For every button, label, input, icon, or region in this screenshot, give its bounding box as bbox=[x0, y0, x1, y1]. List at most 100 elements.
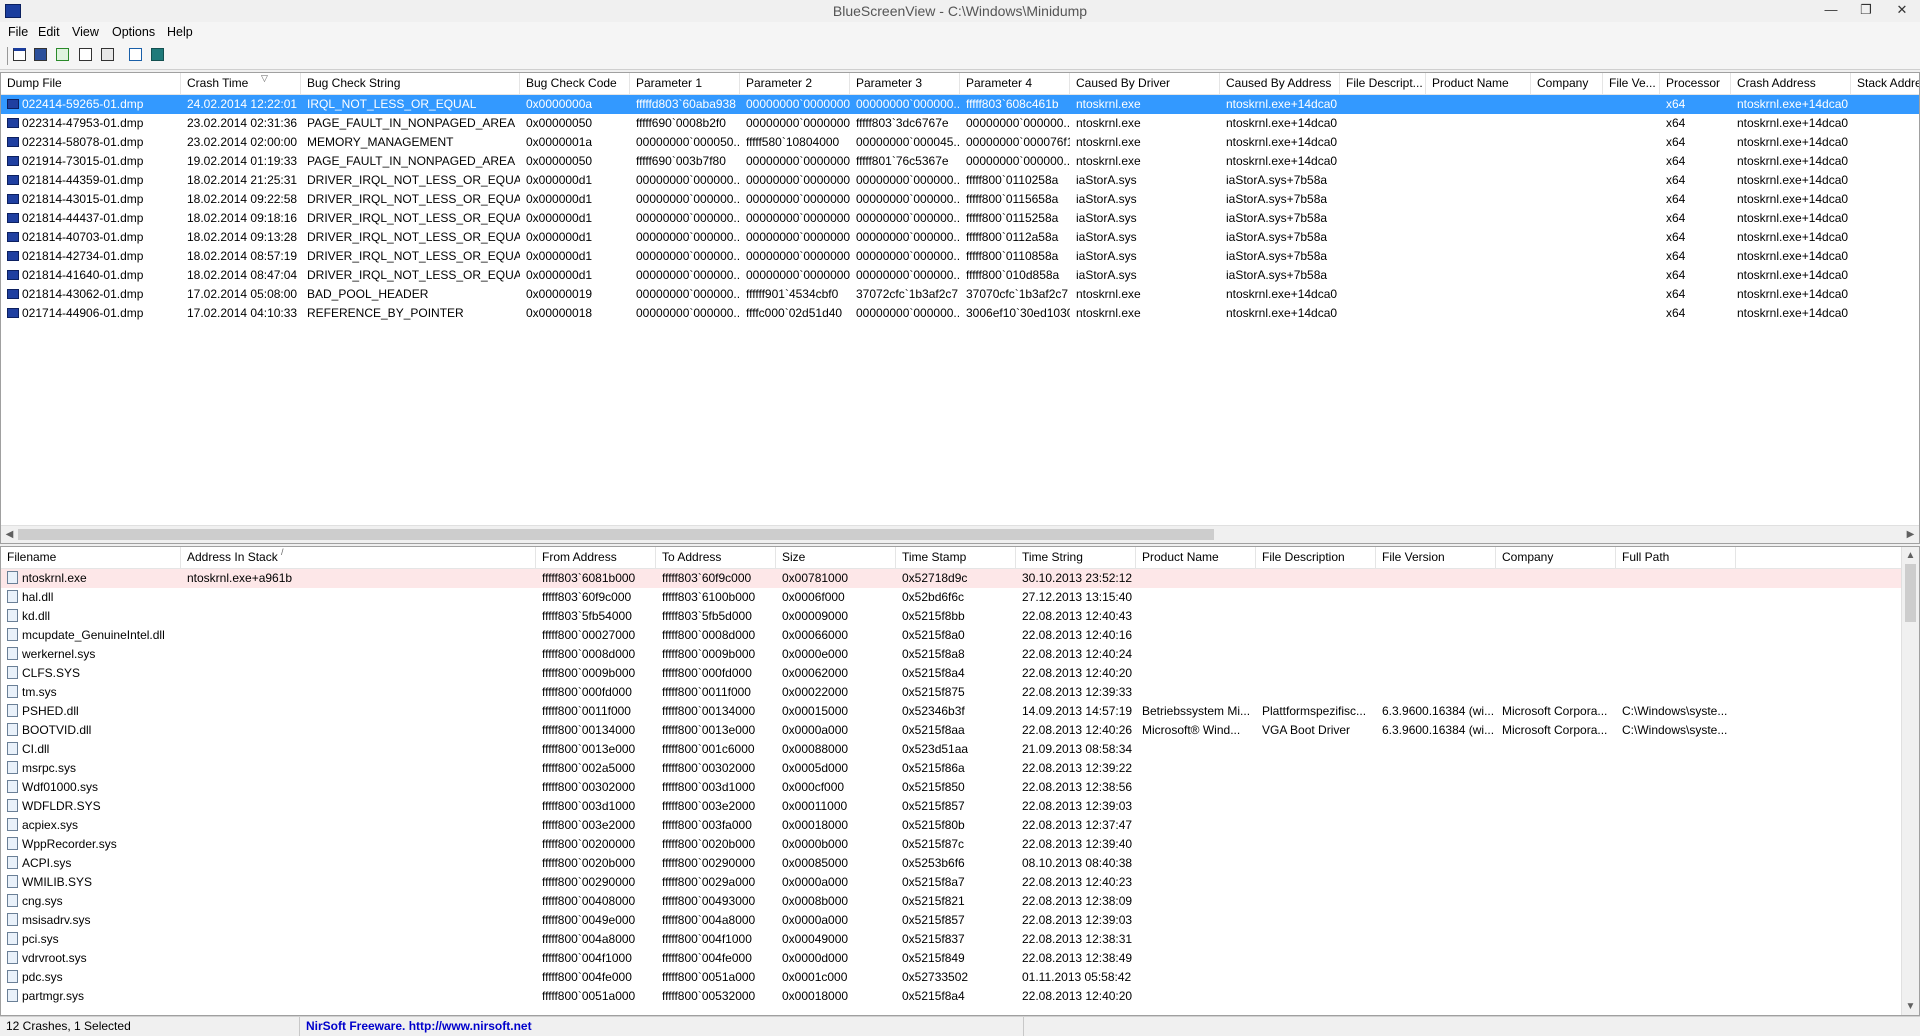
driver-row[interactable]: acpiex.sys fffff800`003e2000 fffff800`003f… bbox=[1, 816, 1919, 835]
driver-row[interactable]: partmgr.sys fffff800`0051a000 fffff800`005… bbox=[1, 987, 1919, 1006]
scroll-thumb[interactable] bbox=[1905, 564, 1916, 622]
driver-header-time-stamp[interactable]: Time Stamp bbox=[896, 547, 1016, 568]
crash-row[interactable]: 021914-73015-01.dmp 19.02.2014 01:19:33 PA… bbox=[1, 152, 1919, 171]
crash-header-parameter-1[interactable]: Parameter 1 bbox=[630, 73, 740, 94]
find-icon[interactable] bbox=[128, 47, 145, 64]
scroll-left-icon[interactable]: ◀ bbox=[1, 526, 18, 543]
driver-header-size[interactable]: Size bbox=[776, 547, 896, 568]
driver-row[interactable]: cng.sys fffff800`00408000 fffff800`0049300… bbox=[1, 892, 1919, 911]
crash-header-caused-by-driver[interactable]: Caused By Driver bbox=[1070, 73, 1220, 94]
crash-row[interactable]: 021814-44437-01.dmp 18.02.2014 09:18:16 DR… bbox=[1, 209, 1919, 228]
crash-row[interactable]: 022314-58078-01.dmp 23.02.2014 02:00:00 ME… bbox=[1, 133, 1919, 152]
restore-button[interactable]: ❐ bbox=[1850, 1, 1882, 21]
scroll-up-icon[interactable]: ▲ bbox=[1902, 547, 1919, 564]
crash-cell-crash-time: 23.02.2014 02:31:36 bbox=[187, 116, 298, 130]
driver-row[interactable]: PSHED.dll fffff800`0011f000 fffff800`00134… bbox=[1, 702, 1919, 721]
menu-file[interactable]: File bbox=[4, 24, 32, 41]
crash-row[interactable]: 021814-41640-01.dmp 18.02.2014 08:47:04 DR… bbox=[1, 266, 1919, 285]
driver-header-from-address[interactable]: From Address bbox=[536, 547, 656, 568]
advanced-options-icon[interactable] bbox=[100, 47, 117, 64]
driver-header-product-name[interactable]: Product Name bbox=[1136, 547, 1256, 568]
properties-icon[interactable] bbox=[12, 47, 29, 64]
driver-file-name: CLFS.SYS bbox=[22, 666, 81, 680]
crash-header-product-name[interactable]: Product Name bbox=[1426, 73, 1531, 94]
driver-cell-size: 0x0008b000 bbox=[782, 894, 849, 908]
driver-row[interactable]: ntoskrnl.exe ntoskrnl.exe+a961b fffff803`6… bbox=[1, 569, 1919, 588]
crash-header-file-ve[interactable]: File Ve... bbox=[1603, 73, 1660, 94]
crash-header-parameter-4[interactable]: Parameter 4 bbox=[960, 73, 1070, 94]
driver-row[interactable]: pdc.sys fffff800`004fe000 fffff800`0051a00… bbox=[1, 968, 1919, 987]
scroll-right-icon[interactable]: ▶ bbox=[1902, 526, 1919, 543]
crash-header-processor[interactable]: Processor bbox=[1660, 73, 1731, 94]
driver-row[interactable]: WDFLDR.SYS fffff800`003d1000 fffff800`003e… bbox=[1, 797, 1919, 816]
driver-row[interactable]: WMILIB.SYS fffff800`00290000 fffff800`0029… bbox=[1, 873, 1919, 892]
driver-header-time-string[interactable]: Time String bbox=[1016, 547, 1136, 568]
driver-cell-full-path bbox=[1616, 569, 1736, 588]
crash-row[interactable]: 021814-43015-01.dmp 18.02.2014 09:22:58 DR… bbox=[1, 190, 1919, 209]
crash-cell-parameter-1: 00000000`000000... bbox=[636, 268, 740, 282]
driver-row[interactable]: CI.dll fffff800`0013e000 fffff800`001c6000… bbox=[1, 740, 1919, 759]
save-icon[interactable] bbox=[33, 47, 50, 64]
driver-cell-address-in-stack bbox=[181, 968, 536, 987]
close-button[interactable]: ✕ bbox=[1886, 1, 1918, 21]
driver-row[interactable]: kd.dll fffff803`5fb54000 fffff803`5fb5d000… bbox=[1, 607, 1919, 626]
crash-row[interactable]: 021814-44359-01.dmp 18.02.2014 21:25:31 DR… bbox=[1, 171, 1919, 190]
exit-icon[interactable] bbox=[150, 47, 167, 64]
driver-header-full-path[interactable]: Full Path bbox=[1616, 547, 1736, 568]
refresh-icon[interactable] bbox=[55, 47, 72, 64]
driver-row[interactable]: hal.dll fffff803`60f9c000 fffff803`6100b00… bbox=[1, 588, 1919, 607]
driver-cell-company bbox=[1496, 645, 1616, 664]
crash-list-hscrollbar[interactable]: ◀ ▶ bbox=[1, 525, 1919, 543]
driver-header-company[interactable]: Company bbox=[1496, 547, 1616, 568]
driver-cell-address-in-stack bbox=[181, 911, 536, 930]
driver-row[interactable]: WppRecorder.sys fffff800`00200000 fffff800… bbox=[1, 835, 1919, 854]
driver-row[interactable]: Wdf01000.sys fffff800`00302000 fffff800`00… bbox=[1, 778, 1919, 797]
menu-help[interactable]: Help bbox=[163, 24, 197, 41]
driver-row[interactable]: werkernel.sys fffff800`0008d000 fffff800`0… bbox=[1, 645, 1919, 664]
crash-row[interactable]: 021814-42734-01.dmp 18.02.2014 08:57:19 DR… bbox=[1, 247, 1919, 266]
driver-cell-to-address: fffff800`0008d000 bbox=[662, 628, 756, 642]
driver-header-filename[interactable]: Filename bbox=[1, 547, 181, 568]
driver-row[interactable]: msisadrv.sys fffff800`0049e000 fffff800`00… bbox=[1, 911, 1919, 930]
driver-row[interactable]: ACPI.sys fffff800`0020b000 fffff800`002900… bbox=[1, 854, 1919, 873]
driver-row[interactable]: BOOTVID.dll fffff800`00134000 fffff800`001… bbox=[1, 721, 1919, 740]
minimize-button[interactable]: — bbox=[1815, 1, 1847, 21]
driver-header-address-in-stack[interactable]: Address In Stack bbox=[181, 547, 536, 568]
driver-cell-time-string: 22.08.2013 12:38:31 bbox=[1022, 932, 1133, 946]
crash-header-dump-file[interactable]: Dump File bbox=[1, 73, 181, 94]
driver-row[interactable]: mcupdate_GenuineIntel.dll fffff800`000270… bbox=[1, 626, 1919, 645]
driver-row[interactable]: tm.sys fffff800`000fd000 fffff800`0011f000… bbox=[1, 683, 1919, 702]
crash-header-stack-addre[interactable]: Stack Addre bbox=[1851, 73, 1919, 94]
menu-view[interactable]: View bbox=[68, 24, 103, 41]
crash-row[interactable]: 021714-44906-01.dmp 17.02.2014 04:10:33 RE… bbox=[1, 304, 1919, 323]
crash-header-bug-check-code[interactable]: Bug Check Code bbox=[520, 73, 630, 94]
crash-header-crash-address[interactable]: Crash Address bbox=[1731, 73, 1851, 94]
driver-list-vscrollbar[interactable]: ▲ ▼ bbox=[1901, 547, 1919, 1015]
crash-header-bug-check-string[interactable]: Bug Check String bbox=[301, 73, 520, 94]
copy-icon[interactable] bbox=[78, 47, 95, 64]
scroll-thumb[interactable] bbox=[18, 529, 1214, 540]
crash-header-crash-time[interactable]: Crash Time bbox=[181, 73, 301, 94]
crash-header-caused-by-address[interactable]: Caused By Address bbox=[1220, 73, 1340, 94]
scroll-down-icon[interactable]: ▼ bbox=[1902, 998, 1919, 1015]
driver-row[interactable]: vdrvroot.sys fffff800`004f1000 fffff800`00… bbox=[1, 949, 1919, 968]
driver-header-to-address[interactable]: To Address bbox=[656, 547, 776, 568]
crash-header-file-descript[interactable]: File Descript... bbox=[1340, 73, 1426, 94]
crash-header-parameter-3[interactable]: Parameter 3 bbox=[850, 73, 960, 94]
driver-header-file-description[interactable]: File Description bbox=[1256, 547, 1376, 568]
driver-row[interactable]: pci.sys fffff800`004a8000 fffff800`004f100… bbox=[1, 930, 1919, 949]
menu-options[interactable]: Options bbox=[108, 24, 159, 41]
crash-row[interactable]: 022414-59265-01.dmp 24.02.2014 12:22:01 IR… bbox=[1, 95, 1919, 114]
crash-header-parameter-2[interactable]: Parameter 2 bbox=[740, 73, 850, 94]
driver-cell-company bbox=[1496, 987, 1616, 1006]
crash-row[interactable]: 021814-43062-01.dmp 17.02.2014 05:08:00 BA… bbox=[1, 285, 1919, 304]
crash-header-company[interactable]: Company bbox=[1531, 73, 1603, 94]
crash-row[interactable]: 021814-40703-01.dmp 18.02.2014 09:13:28 DR… bbox=[1, 228, 1919, 247]
driver-row[interactable]: CLFS.SYS fffff800`0009b000 fffff800`000fd0… bbox=[1, 664, 1919, 683]
menu-edit[interactable]: Edit bbox=[34, 24, 64, 41]
crash-row[interactable]: 022314-47953-01.dmp 23.02.2014 02:31:36 PA… bbox=[1, 114, 1919, 133]
crash-cell-caused-by-address: ntoskrnl.exe+14dca0 bbox=[1226, 154, 1338, 168]
driver-row[interactable]: msrpc.sys fffff800`002a5000 fffff800`00302… bbox=[1, 759, 1919, 778]
driver-header-file-version[interactable]: File Version bbox=[1376, 547, 1496, 568]
nirsoft-link[interactable]: NirSoft Freeware. http://www.nirsoft.net bbox=[300, 1017, 1024, 1036]
